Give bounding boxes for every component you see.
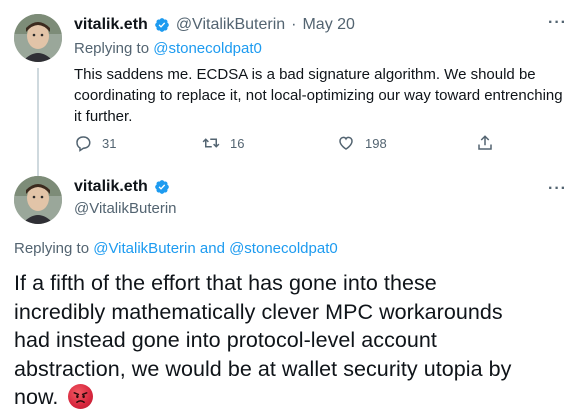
replying-to: Replying to @VitalikButerin and @stoneco…: [14, 240, 338, 257]
angry-face-icon: [68, 384, 94, 409]
tweet-header: vitalik.eth: [74, 178, 170, 196]
share-button[interactable]: [476, 134, 494, 152]
reply-count: 31: [102, 135, 117, 151]
tweet-text-line: had instead gone into protocol-level acc…: [14, 328, 437, 352]
separator: ·: [291, 16, 297, 33]
handle[interactable]: @VitalikButerin: [176, 16, 285, 34]
tweet-text-line: If a fifth of the effort that has gone i…: [14, 271, 437, 295]
tweet-text-line: abstraction, we would be at wallet secur…: [14, 356, 512, 381]
like-button[interactable]: 198: [337, 134, 387, 152]
verified-badge-icon: [154, 179, 170, 195]
reply-icon: [76, 136, 91, 152]
retweet-button[interactable]: 16: [202, 134, 244, 152]
avatar[interactable]: [14, 176, 62, 224]
tweet-text: If a fifth of the effort that has gone i…: [14, 269, 579, 412]
heart-icon: [339, 136, 353, 150]
like-count: 198: [365, 135, 387, 151]
tweet-text-line: it further.: [74, 108, 133, 125]
more-options-icon[interactable]: ···: [548, 180, 567, 198]
avatar[interactable]: [14, 14, 62, 62]
tweet-text-last-line: now.: [14, 383, 579, 412]
tweet-date[interactable]: May 20: [302, 16, 354, 34]
replying-prefix: Replying to: [14, 240, 90, 257]
verified-badge-icon: [154, 17, 170, 33]
replying-to: Replying to @stonecoldpat0: [74, 40, 262, 57]
more-options-icon[interactable]: ···: [548, 14, 567, 32]
display-name[interactable]: vitalik.eth: [74, 178, 148, 196]
tweet-text-line: This saddens me. ECDSA is a bad signatur…: [74, 66, 536, 83]
handle[interactable]: @VitalikButerin: [74, 200, 177, 217]
reply-button[interactable]: 31: [74, 134, 116, 152]
tweet-header: vitalik.eth @VitalikButerin · May 20: [74, 14, 355, 36]
display-name[interactable]: vitalik.eth: [74, 16, 148, 34]
replying-prefix: Replying to: [74, 40, 150, 57]
tweet-text-line: coordinating to replace it, not local-op…: [74, 87, 563, 104]
tweet-text-line: incredibly mathematically clever MPC wor…: [14, 299, 503, 324]
tweet-text-line: now.: [14, 385, 59, 409]
share-icon: [478, 135, 492, 150]
replying-handle-link[interactable]: @stonecoldpat0: [153, 40, 262, 57]
thread-line: [37, 68, 39, 176]
tweet-text: This saddens me. ECDSA is a bad signatur…: [74, 64, 574, 127]
replying-handles-link[interactable]: @VitalikButerin and @stonecoldpat0: [93, 240, 338, 257]
retweet-icon: [202, 138, 220, 148]
retweet-count: 16: [230, 135, 245, 151]
